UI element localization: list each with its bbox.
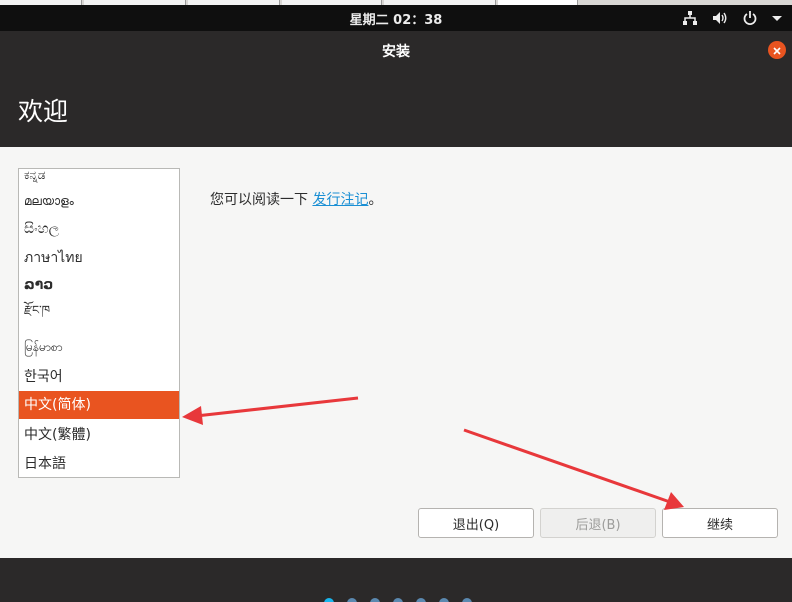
release-notes-suffix: 。: [368, 192, 383, 208]
close-button[interactable]: [768, 41, 786, 59]
progress-dot: [416, 598, 426, 602]
progress-dot: [347, 598, 357, 602]
back-button[interactable]: 后退(B): [540, 508, 656, 538]
power-icon[interactable]: [742, 10, 758, 26]
list-item[interactable]: ລາວ: [19, 271, 179, 299]
system-tray[interactable]: [682, 9, 782, 27]
list-item[interactable]: 한국어: [19, 363, 179, 391]
installer-window: 安装 欢迎 ಕನ್ನಡ മലയാളം සිංහල ภาษาไทย ລາວ རྫོ…: [0, 31, 792, 558]
progress-dot: [370, 598, 380, 602]
quit-button[interactable]: 退出(Q): [418, 508, 534, 538]
list-item[interactable]: ภาษาไทย: [19, 244, 179, 272]
progress-dot: [439, 598, 449, 602]
list-item-selected[interactable]: 中文(简体): [19, 391, 179, 419]
progress-dot: [393, 598, 403, 602]
list-item[interactable]: മലയാളം: [19, 187, 179, 215]
clock[interactable]: 星期二 02：38: [0, 9, 792, 28]
close-icon: [772, 41, 782, 60]
continue-button[interactable]: 继续: [662, 508, 778, 538]
progress-dot: [324, 598, 334, 602]
network-icon[interactable]: [682, 10, 698, 26]
list-item[interactable]: 日本語: [19, 450, 179, 477]
progress-dot: [462, 598, 472, 602]
window-titlebar[interactable]: 安装: [0, 31, 792, 70]
list-item[interactable]: ಕನ್ನಡ: [19, 169, 179, 189]
language-list[interactable]: ಕನ್ನಡ മലയാളം සිංහල ภาษาไทย ລາວ རྫོང་ཁ မြ…: [18, 168, 180, 478]
system-top-bar: 星期二 02：38: [0, 5, 792, 31]
list-item[interactable]: မြန်မာစာ: [19, 333, 179, 361]
list-item[interactable]: සිංහල: [19, 215, 179, 243]
list-item[interactable]: རྫོང་ཁ: [19, 296, 179, 324]
release-notes-prefix: 您可以阅读一下: [210, 192, 313, 208]
volume-icon[interactable]: [712, 10, 728, 26]
release-notes-link[interactable]: 发行注记: [312, 192, 368, 208]
slide-progress-area: [0, 558, 792, 602]
list-item[interactable]: 中文(繁體): [19, 421, 179, 449]
window-title: 安装: [382, 44, 410, 60]
page-title: 欢迎: [18, 97, 69, 126]
release-notes-text: 您可以阅读一下 发行注记。: [210, 189, 382, 209]
page-header: 欢迎: [0, 70, 792, 147]
menu-arrow-icon[interactable]: [772, 10, 782, 26]
